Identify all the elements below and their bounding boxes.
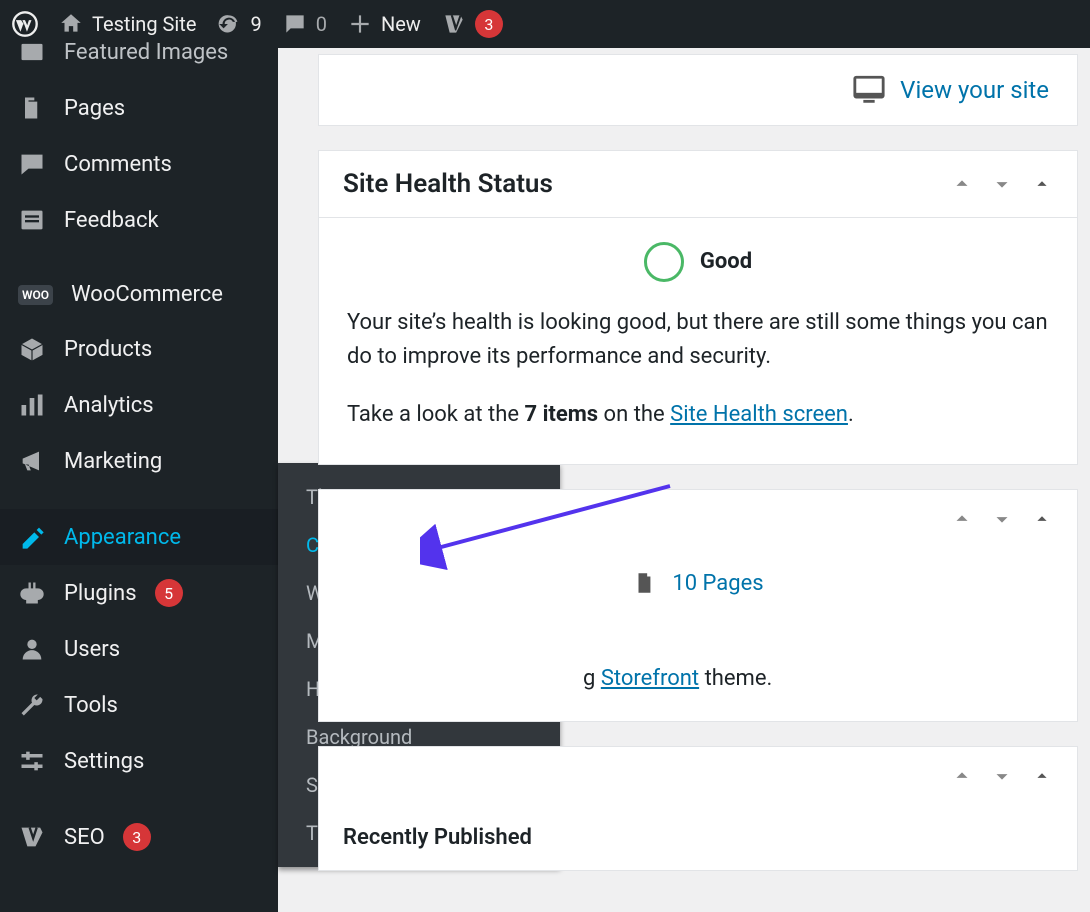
sidebar-item-featured-images[interactable]: Featured Images bbox=[0, 24, 278, 80]
sidebar-item-tools[interactable]: Tools bbox=[0, 677, 278, 733]
sidebar-item-feedback[interactable]: Feedback bbox=[0, 192, 278, 248]
sidebar-item-appearance[interactable]: Appearance bbox=[0, 509, 278, 565]
pages-count-link[interactable]: 10 Pages bbox=[672, 571, 763, 596]
comments-link[interactable]: 0 bbox=[282, 11, 327, 37]
recently-published-heading: Recently Published bbox=[319, 805, 1077, 870]
toggle-icon[interactable] bbox=[1031, 173, 1053, 195]
move-up-icon[interactable] bbox=[951, 765, 973, 787]
site-health-p2: Take a look at the 7 items on the Site H… bbox=[347, 398, 1049, 432]
status-label: Good bbox=[700, 245, 752, 279]
menu-label: Feedback bbox=[64, 208, 159, 233]
site-health-screen-link[interactable]: Site Health screen bbox=[670, 402, 848, 427]
woo-icon: WOO bbox=[18, 285, 53, 305]
sidebar-item-woocommerce[interactable]: WOO WooCommerce bbox=[0, 268, 278, 321]
menu-label: Tools bbox=[64, 693, 118, 718]
site-health-panel: Site Health Status Good Your site’s heal… bbox=[318, 150, 1078, 465]
new-label: New bbox=[381, 12, 421, 36]
yoast-badge: 3 bbox=[475, 10, 503, 38]
monitor-icon bbox=[852, 73, 886, 107]
theme-link[interactable]: Storefront bbox=[601, 666, 699, 691]
sidebar-item-settings[interactable]: Settings bbox=[0, 733, 278, 789]
toggle-icon[interactable] bbox=[1031, 765, 1053, 787]
new-content-link[interactable]: New bbox=[347, 11, 421, 37]
menu-label: Comments bbox=[64, 152, 172, 177]
seo-badge: 3 bbox=[123, 823, 151, 851]
panel-title: Site Health Status bbox=[343, 169, 553, 199]
menu-label: Users bbox=[64, 637, 120, 662]
move-up-icon[interactable] bbox=[951, 508, 973, 530]
sidebar-item-analytics[interactable]: Analytics bbox=[0, 377, 278, 433]
yoast-link[interactable]: 3 bbox=[441, 10, 503, 38]
plugins-badge: 5 bbox=[155, 579, 183, 607]
move-down-icon[interactable] bbox=[991, 765, 1013, 787]
view-site-label: View your site bbox=[900, 76, 1049, 104]
menu-label: WooCommerce bbox=[71, 282, 223, 307]
sidebar-item-pages[interactable]: Pages bbox=[0, 80, 278, 136]
menu-label: Pages bbox=[64, 96, 125, 121]
menu-label: Featured Images bbox=[64, 40, 228, 65]
move-down-icon[interactable] bbox=[991, 508, 1013, 530]
menu-label: Appearance bbox=[64, 525, 181, 550]
site-health-p1: Your site’s health is looking good, but … bbox=[347, 306, 1049, 374]
welcome-panel: View your site bbox=[318, 54, 1078, 126]
comments-count: 0 bbox=[316, 12, 327, 36]
at-a-glance-panel: 10 Pages g Storefront theme. bbox=[318, 489, 1078, 722]
admin-sidebar: Featured Images Pages Comments Feedback … bbox=[0, 48, 278, 912]
move-up-icon[interactable] bbox=[951, 173, 973, 195]
sidebar-item-plugins[interactable]: Plugins 5 bbox=[0, 565, 278, 621]
theme-line: g Storefront theme. bbox=[343, 666, 1053, 691]
status-good-icon bbox=[644, 242, 684, 282]
menu-label: Plugins bbox=[64, 581, 137, 606]
move-down-icon[interactable] bbox=[991, 173, 1013, 195]
menu-label: Settings bbox=[64, 749, 144, 774]
menu-label: Marketing bbox=[64, 449, 162, 474]
sidebar-item-comments[interactable]: Comments bbox=[0, 136, 278, 192]
menu-label: Products bbox=[64, 337, 152, 362]
sidebar-item-seo[interactable]: SEO 3 bbox=[0, 809, 278, 865]
dashboard-content: View your site Site Health Status Good Y… bbox=[278, 48, 1090, 912]
menu-label: Analytics bbox=[64, 393, 154, 418]
activity-panel: Recently Published bbox=[318, 746, 1078, 871]
view-site-link[interactable]: View your site bbox=[852, 73, 1049, 107]
sidebar-item-users[interactable]: Users bbox=[0, 621, 278, 677]
sidebar-item-marketing[interactable]: Marketing bbox=[0, 433, 278, 489]
sidebar-item-products[interactable]: Products bbox=[0, 321, 278, 377]
toggle-icon[interactable] bbox=[1031, 508, 1053, 530]
pages-icon bbox=[632, 570, 658, 596]
menu-label: SEO bbox=[64, 825, 105, 850]
